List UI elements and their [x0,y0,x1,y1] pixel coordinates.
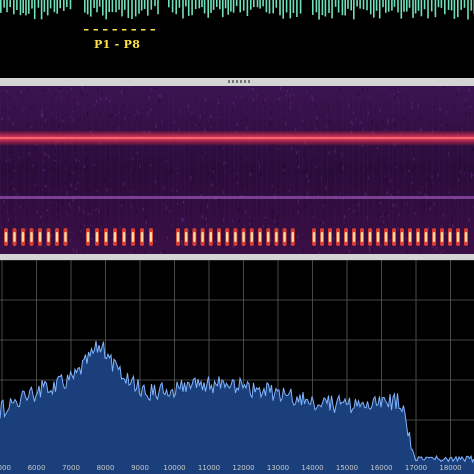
frequency-tick-label: 16000 [370,464,392,472]
spectrogram-panel[interactable] [0,86,474,254]
frequency-tick-label: 12000 [232,464,254,472]
panel-splitter[interactable] [0,78,474,86]
pulse-range-label: P1 - P8 [94,38,141,51]
frequency-tick-label: 8000 [97,464,115,472]
marker-dash [93,29,98,31]
marker-dash [131,29,136,31]
waveform-display [0,0,474,31]
marker-dash [141,29,146,31]
frequency-tick-label: 13000 [267,464,289,472]
marker-dash [122,29,127,31]
spectrogram-display [0,86,474,254]
marker-dash [112,29,117,31]
frequency-tick-label: 11000 [198,464,220,472]
marker-dash [84,29,89,31]
frequency-tick-label: 6000 [28,464,46,472]
spectrum-panel[interactable]: 5000 6000 7000 8000 9000 10000 11000 12000 13000… [0,260,474,474]
frequency-tick-label: 10000 [163,464,185,472]
frequency-tick-label: 14000 [301,464,323,472]
waveform-panel[interactable]: P1 - P8 [0,0,474,78]
splitter-grip-icon[interactable] [228,80,250,83]
spectrum-display: 5000 6000 7000 8000 9000 10000 11000 12000 13000… [0,260,474,474]
marker-dash [103,29,108,31]
frequency-tick-label: 18000 [439,464,461,472]
frequency-tick-label: 7000 [62,464,80,472]
frequency-tick-label: 17000 [405,464,427,472]
frequency-tick-label: 5000 [0,464,11,472]
frequency-tick-label: 9000 [131,464,149,472]
frequency-tick-label: 15000 [336,464,358,472]
marker-dash [150,29,155,31]
